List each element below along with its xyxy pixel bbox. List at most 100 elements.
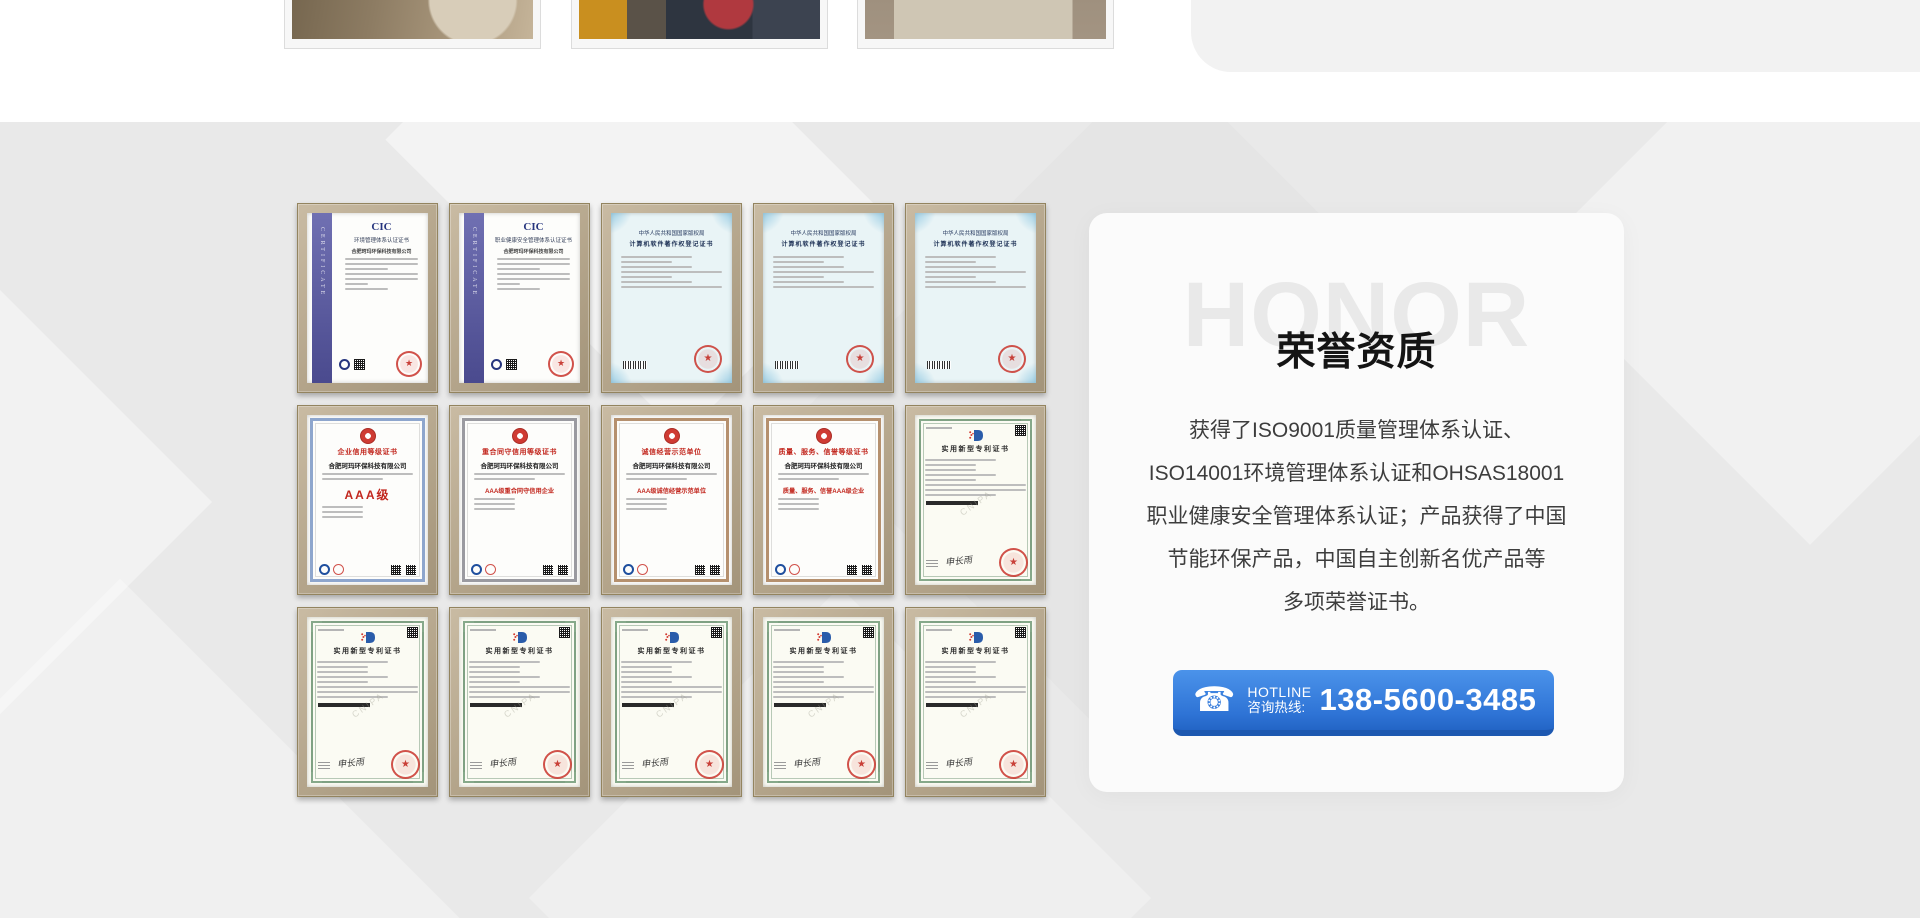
blue-round-seal [319,564,330,575]
certificate-title: 环境管理体系认证证书 [335,236,428,244]
certificate-title: 计算机软件著作权登记证书 [611,239,732,248]
qr-code [406,565,416,575]
certificate-side-band: CERTIFICATE [464,213,484,383]
qr-code [354,359,365,370]
section-title: 荣誉资质 [1089,321,1624,377]
certificate-thumbnail[interactable]: 实用新型专利证书 申长雨 CNIPA [449,607,590,797]
certificate-thumbnail[interactable]: 实用新型专利证书 申长雨 CNIPA [601,607,742,797]
barcode [775,361,799,369]
certificate-thumbnail[interactable]: 诚信经营示范单位 合肥珂玛环保科技有限公司 AAA级诚信经营示范单位 [601,405,742,595]
project-photo-card[interactable] [571,0,828,49]
qr-code [847,565,857,575]
project-photo-card[interactable] [284,0,541,49]
red-seal [548,351,574,377]
certificate-thumbnail[interactable]: 实用新型专利证书 申长雨 CNIPA [905,405,1046,595]
certificate-side-band: CERTIFICATE [312,213,332,383]
certificate-thumbnail[interactable]: 质量、服务、信誉等级证书 合肥珂玛环保科技有限公司 质量、服务、信誉AAA级企业 [753,405,894,595]
certificate-enterprise-credit: 企业信用等级证书 合肥珂玛环保科技有限公司 AAA级 [307,415,428,585]
certificate-thumbnail[interactable]: 实用新型专利证书 申长雨 CNIPA [905,607,1046,797]
certificate-contract-credit: 重合同守信用等级证书 合肥珂玛环保科技有限公司 AAA级重合同守信用企业 [459,415,580,585]
certificate-software-copyright: 中华人民共和国国家版权局 计算机软件著作权登记证书 [763,213,884,383]
certificate-grid: CERTIFICATE CIC 环境管理体系认证证书 合肥珂玛环保科技有限公司 [297,203,1046,797]
certificate-title: 计算机软件著作权登记证书 [915,239,1036,248]
red-national-seal [695,750,724,779]
hotline-label-en: HOTLINE [1247,684,1311,700]
certificate-thumbnail[interactable]: 实用新型专利证书 申长雨 CNIPA [753,607,894,797]
construction-site-photo [865,0,1106,39]
red-national-seal [999,548,1028,577]
certificate-cic-ohs: CERTIFICATE CIC 职业健康安全管理体系认证证书 合肥珂玛环保科技有… [459,213,580,383]
certificate-company: 合肥珂玛环保科技有限公司 [335,248,428,255]
qr-code [862,565,872,575]
cic-round-logo [339,359,350,370]
blue-round-seal [775,564,786,575]
page-root: CERTIFICATE CIC 环境管理体系认证证书 合肥珂玛环保科技有限公司 [0,0,1920,918]
certificate-software-copyright: 中华人民共和国国家版权局 计算机软件著作权登记证书 [611,213,732,383]
construction-site-photo [292,0,533,39]
certificate-thumbnail[interactable]: 实用新型专利证书 申长雨 CNIPA [297,607,438,797]
certificate-integrity-unit: 诚信经营示范单位 合肥珂玛环保科技有限公司 AAA级诚信经营示范单位 [611,415,732,585]
red-national-seal [391,750,420,779]
blue-round-seal [471,564,482,575]
hotline-label-zh: 咨询热线: [1247,700,1311,716]
hotline-button[interactable]: ☎ HOTLINE 咨询热线: 138-5600-3485 [1173,670,1554,736]
red-seal [396,351,422,377]
qr-code [711,627,722,638]
certificate-title: 计算机软件著作权登记证书 [763,239,884,248]
qr-code [710,565,720,575]
qr-code [695,565,705,575]
qr-code [391,565,401,575]
certificate-utility-patent: 实用新型专利证书 申长雨 CNIPA [307,617,428,787]
qr-code [506,359,517,370]
top-right-panel [1191,0,1920,72]
red-national-seal [543,750,572,779]
certificate-utility-patent: 实用新型专利证书 申长雨 CNIPA [915,617,1036,787]
red-national-seal [847,750,876,779]
certificate-utility-patent: 实用新型专利证书 申长雨 CNIPA [459,617,580,787]
honor-card: HONOR 荣誉资质 获得了ISO9001质量管理体系认证、 ISO14001环… [1089,213,1624,792]
certificate-thumbnail[interactable]: CERTIFICATE CIC 环境管理体系认证证书 合肥珂玛环保科技有限公司 [297,203,438,393]
qr-code [558,565,568,575]
honor-description-line: 职业健康安全管理体系认证；产品获得了中国 [1113,495,1600,538]
red-round-seal [637,564,648,575]
qr-code [559,627,570,638]
honor-section: CERTIFICATE CIC 环境管理体系认证证书 合肥珂玛环保科技有限公司 [0,122,1920,918]
red-round-seal [485,564,496,575]
blue-round-seal [623,564,634,575]
certificate-thumbnail[interactable]: CERTIFICATE CIC 职业健康安全管理体系认证证书 合肥珂玛环保科技有… [449,203,590,393]
red-star-seal [846,345,874,373]
project-photo-card[interactable] [857,0,1114,49]
certificate-title: 职业健康安全管理体系认证证书 [487,236,580,244]
honor-description-line: 节能环保产品，中国自主创新名优产品等 [1113,538,1600,581]
phone-icon: ☎ [1193,683,1235,717]
certificate-cic-environment: CERTIFICATE CIC 环境管理体系认证证书 合肥珂玛环保科技有限公司 [307,213,428,383]
barcode [623,361,647,369]
certificate-thumbnail[interactable]: 中华人民共和国国家版权局 计算机软件著作权登记证书 [905,203,1046,393]
qr-code [863,627,874,638]
honor-description-line: 获得了ISO9001质量管理体系认证、 [1113,409,1600,452]
certificate-company: 合肥珂玛环保科技有限公司 [487,248,580,255]
certificate-thumbnail[interactable]: 中华人民共和国国家版权局 计算机软件著作权登记证书 [601,203,742,393]
qr-code [1015,425,1026,436]
qr-code [407,627,418,638]
certificate-thumbnail[interactable]: 中华人民共和国国家版权局 计算机软件著作权登记证书 [753,203,894,393]
qr-code [543,565,553,575]
qr-code [1015,627,1026,638]
cic-logo: CIC [487,221,580,233]
construction-site-photo [579,0,820,39]
certificate-utility-patent: 实用新型专利证书 申长雨 CNIPA [611,617,732,787]
certificate-utility-patent: 实用新型专利证书 申长雨 CNIPA [763,617,884,787]
red-national-seal [999,750,1028,779]
certificate-quality-service: 质量、服务、信誉等级证书 合肥珂玛环保科技有限公司 质量、服务、信誉AAA级企业 [763,415,884,585]
red-round-seal [333,564,344,575]
cic-round-logo [491,359,502,370]
red-round-seal [789,564,800,575]
barcode [927,361,951,369]
honor-description: 获得了ISO9001质量管理体系认证、 ISO14001环境管理体系认证和OHS… [1113,409,1600,624]
certificate-software-copyright: 中华人民共和国国家版权局 计算机软件著作权登记证书 [915,213,1036,383]
honor-description-line: 多项荣誉证书。 [1113,581,1600,624]
hotline-phone-number: 138-5600-3485 [1320,682,1537,718]
certificate-thumbnail[interactable]: 企业信用等级证书 合肥珂玛环保科技有限公司 AAA级 [297,405,438,595]
certificate-thumbnail[interactable]: 重合同守信用等级证书 合肥珂玛环保科技有限公司 AAA级重合同守信用企业 [449,405,590,595]
certificate-utility-patent: 实用新型专利证书 申长雨 CNIPA [915,415,1036,585]
